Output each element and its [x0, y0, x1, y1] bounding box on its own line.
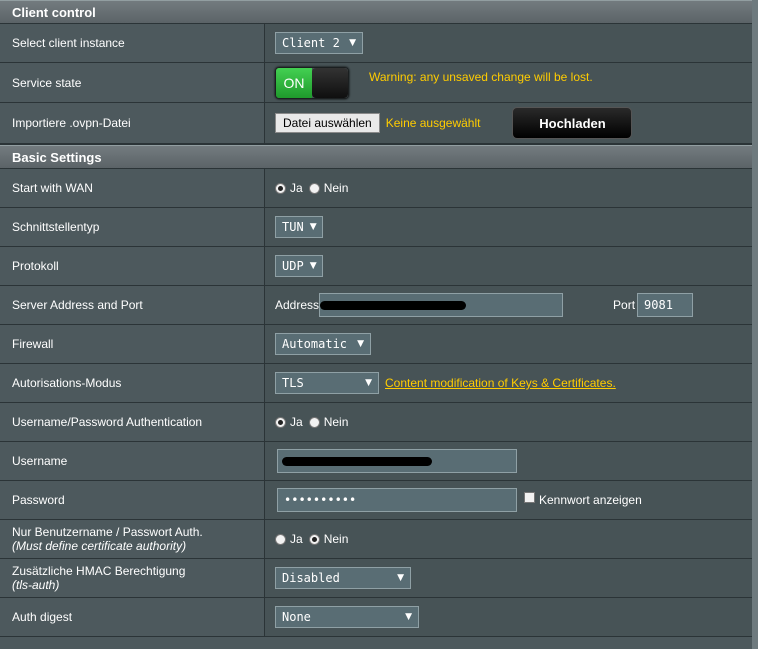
userpass-only-radios: Ja Nein: [275, 532, 354, 546]
username-label: Username: [0, 442, 265, 480]
row-protocol: Protokoll UDP ▼: [0, 247, 752, 286]
chevron-down-icon: ▼: [349, 38, 356, 48]
radio-label-nein: Nein: [323, 532, 349, 546]
hmac-label: Zusätzliche HMAC Berechtigung (tls-auth): [0, 559, 265, 597]
port-label: Port: [613, 298, 636, 312]
auth-digest-select[interactable]: None ▼: [275, 606, 419, 628]
chevron-down-icon: ▼: [357, 339, 364, 349]
select-client-instance-label: Select client instance: [0, 24, 265, 62]
basic-settings-header: Basic Settings: [0, 145, 752, 169]
scrollbar[interactable]: [752, 0, 758, 649]
redacted-username: [282, 457, 432, 466]
openvpn-client-settings: Client control Select client instance Cl…: [0, 0, 758, 649]
row-import-ovpn: Importiere .ovpn-Datei Datei auswählen K…: [0, 103, 752, 145]
radio-label-nein: Nein: [323, 415, 349, 429]
server-port-input[interactable]: 9081: [637, 293, 694, 317]
unsaved-warning: Warning: any unsaved change will be lost…: [369, 70, 593, 84]
radio-label-ja: Ja: [290, 532, 303, 546]
row-interface-type: Schnittstellentyp TUN ▼: [0, 208, 752, 247]
server-address-input[interactable]: [319, 293, 564, 317]
firewall-select[interactable]: Automatic ▼: [275, 333, 371, 355]
address-label: Address: [275, 298, 320, 312]
server-address-port-label: Server Address and Port: [0, 286, 265, 324]
row-auth-mode: Autorisations-Modus TLS ▼ Content modific…: [0, 364, 752, 403]
radio-label-ja: Ja: [290, 181, 303, 195]
service-state-label: Service state: [0, 63, 265, 102]
username-input[interactable]: [277, 449, 517, 473]
firewall-label: Firewall: [0, 325, 265, 363]
chevron-down-icon: ▼: [309, 261, 317, 271]
row-userpass-auth: Username/Password Authentication Ja Nein: [0, 403, 752, 442]
chevron-down-icon: ▼: [309, 222, 317, 232]
show-password-checkbox[interactable]: [524, 491, 535, 503]
userpass-only-nein-radio[interactable]: [308, 533, 320, 545]
row-server-address-port: Server Address and Port Address Port 908…: [0, 286, 752, 325]
start-with-wan-radios: Ja Nein: [275, 181, 354, 195]
chevron-down-icon: ▼: [365, 378, 372, 388]
no-file-selected-text: Keine ausgewählt: [385, 116, 481, 130]
interface-type-label: Schnittstellentyp: [0, 208, 265, 246]
service-state-toggle[interactable]: ON: [275, 66, 349, 99]
row-select-client-instance: Select client instance Client 2 ▼: [0, 24, 752, 63]
start-with-wan-nein-radio[interactable]: [308, 182, 320, 194]
show-password-label: Kennwort anzeigen: [539, 493, 642, 507]
row-service-state: Service state ON Warning: any unsaved ch…: [0, 63, 752, 103]
userpass-auth-nein-radio[interactable]: [308, 416, 320, 428]
userpass-auth-radios: Ja Nein: [275, 415, 354, 429]
password-input[interactable]: ••••••••••: [277, 488, 517, 512]
interface-type-select[interactable]: TUN ▼: [275, 216, 323, 238]
chevron-down-icon: ▼: [397, 573, 404, 583]
userpass-only-sublabel: (Must define certificate authority): [12, 539, 187, 553]
row-hmac: Zusätzliche HMAC Berechtigung (tls-auth)…: [0, 559, 752, 598]
client-instance-select[interactable]: Client 2 ▼: [275, 32, 363, 54]
auth-mode-select[interactable]: TLS ▼: [275, 372, 379, 394]
start-with-wan-ja-radio[interactable]: [275, 182, 286, 194]
row-username: Username: [0, 442, 752, 481]
client-control-header: Client control: [0, 0, 752, 24]
hmac-sublabel: (tls-auth): [12, 578, 60, 592]
row-firewall: Firewall Automatic ▼: [0, 325, 752, 364]
row-start-with-wan: Start with WAN Ja Nein: [0, 169, 752, 208]
userpass-auth-ja-radio[interactable]: [275, 416, 286, 428]
redacted-address: [320, 301, 467, 310]
toggle-on-label: ON: [276, 67, 312, 98]
protocol-select[interactable]: UDP ▼: [275, 255, 323, 277]
toggle-knob: [312, 67, 348, 98]
password-label: Password: [0, 481, 265, 519]
userpass-only-ja-radio[interactable]: [275, 533, 286, 545]
auth-mode-label: Autorisations-Modus: [0, 364, 265, 402]
auth-digest-label: Auth digest: [0, 598, 265, 636]
radio-label-ja: Ja: [290, 415, 303, 429]
protocol-label: Protokoll: [0, 247, 265, 285]
row-password: Password •••••••••• Kennwort anzeigen: [0, 481, 752, 520]
keys-certificates-link[interactable]: Content modification of Keys & Certifica…: [385, 376, 616, 390]
chevron-down-icon: ▼: [405, 612, 412, 622]
start-with-wan-label: Start with WAN: [0, 169, 265, 207]
radio-label-nein: Nein: [323, 181, 349, 195]
upload-button[interactable]: Hochladen: [512, 107, 633, 139]
hmac-select[interactable]: Disabled ▼: [275, 567, 411, 589]
choose-file-button[interactable]: Datei auswählen: [275, 113, 380, 133]
row-userpass-only: Nur Benutzername / Passwort Auth. (Must …: [0, 520, 752, 559]
userpass-only-label: Nur Benutzername / Passwort Auth. (Must …: [0, 520, 265, 558]
row-auth-digest: Auth digest None ▼: [0, 598, 752, 637]
userpass-auth-label: Username/Password Authentication: [0, 403, 265, 441]
import-ovpn-label: Importiere .ovpn-Datei: [0, 103, 265, 143]
